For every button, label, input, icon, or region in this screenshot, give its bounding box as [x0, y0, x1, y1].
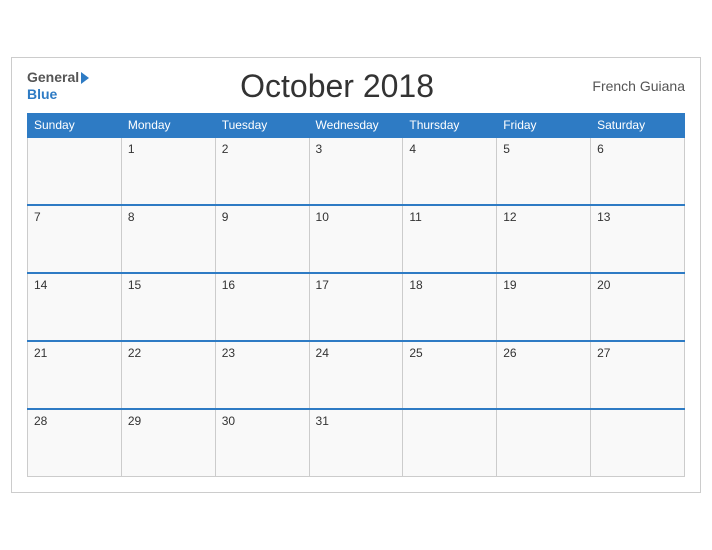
calendar-cell: 27 — [591, 341, 685, 409]
calendar-cell: 23 — [215, 341, 309, 409]
day-number: 14 — [34, 278, 47, 292]
table-row: 1 2 3 4 5 6 — [28, 137, 685, 205]
day-number: 9 — [222, 210, 229, 224]
day-number: 21 — [34, 346, 47, 360]
calendar-cell: 24 — [309, 341, 403, 409]
calendar-cell: 19 — [497, 273, 591, 341]
calendar-cell: 1 — [121, 137, 215, 205]
logo: General Blue — [27, 69, 89, 103]
header-friday: Friday — [497, 113, 591, 137]
calendar-cell: 26 — [497, 341, 591, 409]
day-number: 18 — [409, 278, 422, 292]
calendar-cell: 25 — [403, 341, 497, 409]
day-number: 26 — [503, 346, 516, 360]
day-number: 29 — [128, 414, 141, 428]
calendar-cell: 9 — [215, 205, 309, 273]
month-title: October 2018 — [89, 68, 585, 105]
calendar-cell: 2 — [215, 137, 309, 205]
header-sunday: Sunday — [28, 113, 122, 137]
calendar-cell: 4 — [403, 137, 497, 205]
day-number: 22 — [128, 346, 141, 360]
calendar-cell: 29 — [121, 409, 215, 477]
calendar-cell: 11 — [403, 205, 497, 273]
calendar-cell: 21 — [28, 341, 122, 409]
region-label: French Guiana — [585, 78, 685, 94]
calendar-table: Sunday Monday Tuesday Wednesday Thursday… — [27, 113, 685, 478]
day-number: 19 — [503, 278, 516, 292]
day-number: 23 — [222, 346, 235, 360]
day-number: 6 — [597, 142, 604, 156]
logo-triangle-icon — [81, 72, 89, 84]
logo-general-text: General — [27, 69, 79, 86]
calendar-cell — [591, 409, 685, 477]
day-number: 17 — [316, 278, 329, 292]
calendar-cell: 12 — [497, 205, 591, 273]
calendar-header: General Blue October 2018 French Guiana — [27, 68, 685, 105]
day-number: 30 — [222, 414, 235, 428]
day-number: 16 — [222, 278, 235, 292]
header-thursday: Thursday — [403, 113, 497, 137]
day-number: 1 — [128, 142, 135, 156]
calendar-cell — [28, 137, 122, 205]
calendar-cell: 16 — [215, 273, 309, 341]
table-row: 7 8 9 10 11 12 13 — [28, 205, 685, 273]
day-number: 31 — [316, 414, 329, 428]
header-saturday: Saturday — [591, 113, 685, 137]
day-number: 4 — [409, 142, 416, 156]
calendar-cell: 17 — [309, 273, 403, 341]
table-row: 21 22 23 24 25 26 27 — [28, 341, 685, 409]
header-tuesday: Tuesday — [215, 113, 309, 137]
calendar-cell: 22 — [121, 341, 215, 409]
header-monday: Monday — [121, 113, 215, 137]
table-row: 28 29 30 31 — [28, 409, 685, 477]
calendar-cell: 15 — [121, 273, 215, 341]
day-number: 12 — [503, 210, 516, 224]
day-number: 11 — [409, 210, 421, 224]
calendar-cell: 7 — [28, 205, 122, 273]
logo-blue-text: Blue — [27, 86, 89, 103]
calendar-cell — [403, 409, 497, 477]
table-row: 14 15 16 17 18 19 20 — [28, 273, 685, 341]
day-number: 24 — [316, 346, 329, 360]
day-number: 8 — [128, 210, 135, 224]
calendar-cell: 30 — [215, 409, 309, 477]
calendar-cell: 28 — [28, 409, 122, 477]
header-wednesday: Wednesday — [309, 113, 403, 137]
calendar-cell: 31 — [309, 409, 403, 477]
calendar-cell: 8 — [121, 205, 215, 273]
day-number: 13 — [597, 210, 610, 224]
day-number: 5 — [503, 142, 510, 156]
days-header-row: Sunday Monday Tuesday Wednesday Thursday… — [28, 113, 685, 137]
calendar-cell: 6 — [591, 137, 685, 205]
calendar-cell: 3 — [309, 137, 403, 205]
day-number: 28 — [34, 414, 47, 428]
day-number: 25 — [409, 346, 422, 360]
calendar-cell — [497, 409, 591, 477]
calendar: General Blue October 2018 French Guiana … — [11, 57, 701, 494]
day-number: 20 — [597, 278, 610, 292]
day-number: 3 — [316, 142, 323, 156]
calendar-cell: 18 — [403, 273, 497, 341]
day-number: 2 — [222, 142, 229, 156]
day-number: 27 — [597, 346, 610, 360]
day-number: 15 — [128, 278, 141, 292]
day-number: 10 — [316, 210, 329, 224]
calendar-cell: 10 — [309, 205, 403, 273]
calendar-cell: 5 — [497, 137, 591, 205]
calendar-cell: 13 — [591, 205, 685, 273]
day-number: 7 — [34, 210, 41, 224]
calendar-cell: 14 — [28, 273, 122, 341]
calendar-cell: 20 — [591, 273, 685, 341]
